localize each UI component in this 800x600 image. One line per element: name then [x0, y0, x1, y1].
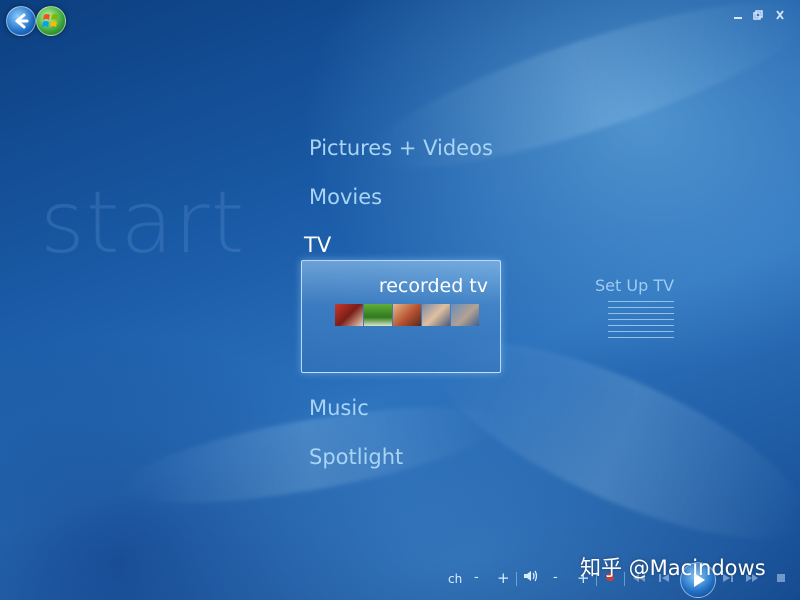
separator — [516, 572, 517, 586]
watermark-text: 知乎 @Macindows — [580, 556, 766, 580]
channel-down-button[interactable]: - — [474, 570, 479, 585]
stop-button[interactable] — [775, 572, 787, 587]
start-logo-button[interactable] — [36, 6, 66, 36]
mute-button[interactable] — [523, 569, 539, 587]
close-icon — [776, 10, 784, 20]
minimize-icon — [734, 17, 742, 19]
back-button[interactable] — [6, 6, 36, 36]
minimize-button[interactable] — [732, 10, 744, 20]
background-light-streak — [357, 0, 800, 199]
restore-button[interactable] — [752, 10, 764, 20]
recorded-show-thumbnail — [335, 304, 363, 326]
close-button[interactable] — [774, 10, 786, 20]
menu-item-spotlight[interactable]: Spotlight — [309, 445, 403, 469]
recorded-tv-label: recorded tv — [378, 275, 488, 297]
channel-label: ch — [448, 572, 463, 586]
volume-icon — [524, 570, 538, 582]
menu-item-movies[interactable]: Movies — [309, 185, 382, 209]
divider-line — [608, 301, 674, 302]
menu-item-music[interactable]: Music — [309, 396, 369, 420]
divider-line — [608, 307, 674, 308]
media-center-screen: start Pictures + Videos Movies TV record… — [0, 0, 800, 600]
divider-line — [608, 325, 674, 326]
start-background-title: start — [40, 173, 246, 273]
divider-line — [608, 313, 674, 314]
divider-line — [608, 331, 674, 332]
recorded-show-thumbnail — [393, 304, 421, 326]
recorded-show-thumbnail — [451, 304, 479, 326]
back-arrow-icon — [15, 13, 29, 29]
recorded-show-thumbnail — [364, 304, 392, 326]
divider-line — [608, 337, 674, 338]
channel-up-button[interactable]: + — [497, 569, 510, 587]
restore-icon — [753, 10, 763, 20]
menu-item-pictures-videos[interactable]: Pictures + Videos — [309, 136, 493, 160]
menu-item-tv[interactable]: TV — [304, 233, 331, 257]
divider-line — [608, 319, 674, 320]
recorded-show-thumbnail — [422, 304, 450, 326]
volume-down-button[interactable]: - — [553, 570, 558, 585]
windows-media-center-logo-icon — [42, 14, 58, 27]
set-up-tv-option[interactable]: Set Up TV — [595, 276, 674, 295]
recorded-tv-tile[interactable]: recorded tv — [301, 260, 501, 373]
stop-icon — [777, 574, 785, 582]
